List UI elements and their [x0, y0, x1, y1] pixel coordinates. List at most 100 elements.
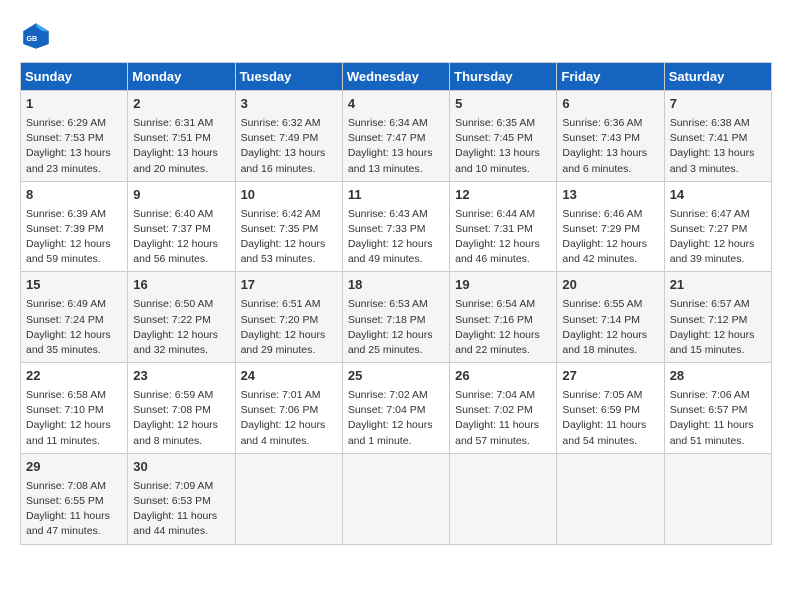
svg-text:GB: GB: [26, 34, 37, 43]
calendar-cell: 2Sunrise: 6:31 AMSunset: 7:51 PMDaylight…: [128, 91, 235, 182]
day-number: 19: [455, 276, 551, 295]
daylight-text: Daylight: 12 hours and 53 minutes.: [241, 237, 337, 267]
daylight-text: Daylight: 11 hours and 54 minutes.: [562, 418, 658, 448]
calendar-cell: 22Sunrise: 6:58 AMSunset: 7:10 PMDayligh…: [21, 363, 128, 454]
calendar-cell: 28Sunrise: 7:06 AMSunset: 6:57 PMDayligh…: [664, 363, 771, 454]
sunrise-text: Sunrise: 7:02 AM: [348, 388, 444, 403]
day-number: 25: [348, 367, 444, 386]
daylight-text: Daylight: 13 hours and 16 minutes.: [241, 146, 337, 176]
daylight-text: Daylight: 11 hours and 57 minutes.: [455, 418, 551, 448]
column-header-thursday: Thursday: [450, 63, 557, 91]
calendar-cell: 29Sunrise: 7:08 AMSunset: 6:55 PMDayligh…: [21, 453, 128, 544]
sunrise-text: Sunrise: 6:53 AM: [348, 297, 444, 312]
daylight-text: Daylight: 12 hours and 4 minutes.: [241, 418, 337, 448]
calendar-cell: 11Sunrise: 6:43 AMSunset: 7:33 PMDayligh…: [342, 181, 449, 272]
column-header-friday: Friday: [557, 63, 664, 91]
daylight-text: Daylight: 12 hours and 22 minutes.: [455, 328, 551, 358]
calendar-row: 8Sunrise: 6:39 AMSunset: 7:39 PMDaylight…: [21, 181, 772, 272]
day-number: 17: [241, 276, 337, 295]
calendar-row: 15Sunrise: 6:49 AMSunset: 7:24 PMDayligh…: [21, 272, 772, 363]
daylight-text: Daylight: 13 hours and 23 minutes.: [26, 146, 122, 176]
sunrise-text: Sunrise: 6:55 AM: [562, 297, 658, 312]
logo: GB: [20, 20, 56, 52]
sunrise-text: Sunrise: 7:04 AM: [455, 388, 551, 403]
daylight-text: Daylight: 12 hours and 11 minutes.: [26, 418, 122, 448]
column-header-tuesday: Tuesday: [235, 63, 342, 91]
day-number: 1: [26, 95, 122, 114]
column-header-saturday: Saturday: [664, 63, 771, 91]
calendar-cell: 7Sunrise: 6:38 AMSunset: 7:41 PMDaylight…: [664, 91, 771, 182]
sunset-text: Sunset: 7:41 PM: [670, 131, 766, 146]
day-number: 26: [455, 367, 551, 386]
daylight-text: Daylight: 13 hours and 10 minutes.: [455, 146, 551, 176]
calendar-cell: 18Sunrise: 6:53 AMSunset: 7:18 PMDayligh…: [342, 272, 449, 363]
day-number: 21: [670, 276, 766, 295]
day-number: 5: [455, 95, 551, 114]
calendar-cell: 1Sunrise: 6:29 AMSunset: 7:53 PMDaylight…: [21, 91, 128, 182]
calendar-cell: 15Sunrise: 6:49 AMSunset: 7:24 PMDayligh…: [21, 272, 128, 363]
calendar-cell: 20Sunrise: 6:55 AMSunset: 7:14 PMDayligh…: [557, 272, 664, 363]
day-number: 8: [26, 186, 122, 205]
daylight-text: Daylight: 12 hours and 18 minutes.: [562, 328, 658, 358]
daylight-text: Daylight: 11 hours and 47 minutes.: [26, 509, 122, 539]
sunset-text: Sunset: 6:55 PM: [26, 494, 122, 509]
day-number: 24: [241, 367, 337, 386]
calendar-table: SundayMondayTuesdayWednesdayThursdayFrid…: [20, 62, 772, 545]
sunset-text: Sunset: 7:27 PM: [670, 222, 766, 237]
calendar-cell: 19Sunrise: 6:54 AMSunset: 7:16 PMDayligh…: [450, 272, 557, 363]
sunset-text: Sunset: 7:20 PM: [241, 313, 337, 328]
day-number: 9: [133, 186, 229, 205]
daylight-text: Daylight: 13 hours and 6 minutes.: [562, 146, 658, 176]
sunset-text: Sunset: 7:37 PM: [133, 222, 229, 237]
day-number: 3: [241, 95, 337, 114]
sunrise-text: Sunrise: 6:42 AM: [241, 207, 337, 222]
sunrise-text: Sunrise: 6:39 AM: [26, 207, 122, 222]
sunset-text: Sunset: 7:51 PM: [133, 131, 229, 146]
sunrise-text: Sunrise: 7:08 AM: [26, 479, 122, 494]
sunset-text: Sunset: 7:53 PM: [26, 131, 122, 146]
calendar-cell: 27Sunrise: 7:05 AMSunset: 6:59 PMDayligh…: [557, 363, 664, 454]
sunset-text: Sunset: 7:02 PM: [455, 403, 551, 418]
sunrise-text: Sunrise: 7:01 AM: [241, 388, 337, 403]
calendar-cell: [664, 453, 771, 544]
day-number: 13: [562, 186, 658, 205]
sunrise-text: Sunrise: 6:32 AM: [241, 116, 337, 131]
daylight-text: Daylight: 12 hours and 42 minutes.: [562, 237, 658, 267]
day-number: 12: [455, 186, 551, 205]
daylight-text: Daylight: 12 hours and 8 minutes.: [133, 418, 229, 448]
sunrise-text: Sunrise: 7:05 AM: [562, 388, 658, 403]
calendar-cell: [557, 453, 664, 544]
calendar-cell: 16Sunrise: 6:50 AMSunset: 7:22 PMDayligh…: [128, 272, 235, 363]
day-number: 18: [348, 276, 444, 295]
sunrise-text: Sunrise: 6:47 AM: [670, 207, 766, 222]
daylight-text: Daylight: 11 hours and 51 minutes.: [670, 418, 766, 448]
calendar-cell: [342, 453, 449, 544]
daylight-text: Daylight: 12 hours and 49 minutes.: [348, 237, 444, 267]
day-number: 14: [670, 186, 766, 205]
sunrise-text: Sunrise: 6:34 AM: [348, 116, 444, 131]
sunset-text: Sunset: 6:53 PM: [133, 494, 229, 509]
sunrise-text: Sunrise: 7:06 AM: [670, 388, 766, 403]
sunset-text: Sunset: 6:57 PM: [670, 403, 766, 418]
day-number: 10: [241, 186, 337, 205]
sunset-text: Sunset: 7:16 PM: [455, 313, 551, 328]
calendar-cell: 13Sunrise: 6:46 AMSunset: 7:29 PMDayligh…: [557, 181, 664, 272]
day-number: 6: [562, 95, 658, 114]
sunrise-text: Sunrise: 7:09 AM: [133, 479, 229, 494]
day-number: 16: [133, 276, 229, 295]
calendar-row: 1Sunrise: 6:29 AMSunset: 7:53 PMDaylight…: [21, 91, 772, 182]
calendar-cell: 24Sunrise: 7:01 AMSunset: 7:06 PMDayligh…: [235, 363, 342, 454]
daylight-text: Daylight: 13 hours and 13 minutes.: [348, 146, 444, 176]
daylight-text: Daylight: 11 hours and 44 minutes.: [133, 509, 229, 539]
sunset-text: Sunset: 7:31 PM: [455, 222, 551, 237]
logo-icon: GB: [20, 20, 52, 52]
calendar-row: 29Sunrise: 7:08 AMSunset: 6:55 PMDayligh…: [21, 453, 772, 544]
calendar-cell: 3Sunrise: 6:32 AMSunset: 7:49 PMDaylight…: [235, 91, 342, 182]
sunset-text: Sunset: 7:08 PM: [133, 403, 229, 418]
day-number: 15: [26, 276, 122, 295]
sunrise-text: Sunrise: 6:36 AM: [562, 116, 658, 131]
calendar-cell: 9Sunrise: 6:40 AMSunset: 7:37 PMDaylight…: [128, 181, 235, 272]
sunrise-text: Sunrise: 6:59 AM: [133, 388, 229, 403]
day-number: 22: [26, 367, 122, 386]
calendar-cell: 4Sunrise: 6:34 AMSunset: 7:47 PMDaylight…: [342, 91, 449, 182]
